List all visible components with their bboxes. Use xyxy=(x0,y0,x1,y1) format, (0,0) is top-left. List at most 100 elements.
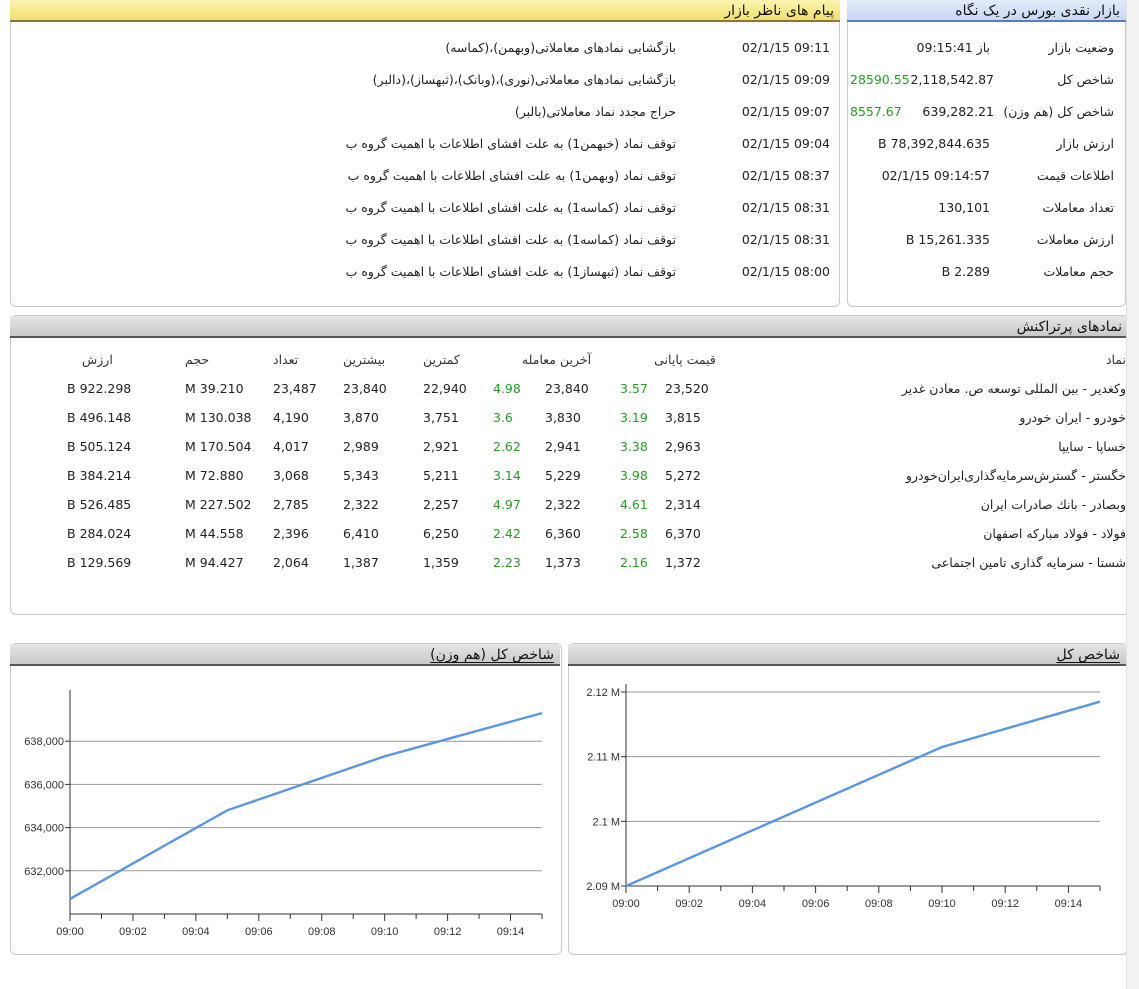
y-tick-label: 2.09 M xyxy=(586,881,620,893)
message-text: بازگشایی نمادهای معاملاتی(نوری)،(وبانک)،… xyxy=(372,72,676,87)
message-item[interactable]: 02/1/15 09:09 بازگشایی نمادهای معاملاتی(ن… xyxy=(14,66,836,94)
overview-change: 8557.67 xyxy=(850,104,902,119)
value-cell: 526.485 B xyxy=(67,497,132,512)
message-item[interactable]: 02/1/15 09:11 بازگشایی نمادهای معاملاتی(و… xyxy=(14,34,836,62)
last-price-cell: 23,840 xyxy=(545,381,589,396)
table-row[interactable]: وکغدیر - بین المللی توسعه ص. معادن غدیر 2… xyxy=(12,374,1130,403)
message-item[interactable]: 02/1/15 08:31 توقف نماد (کماسه1) به علت ا… xyxy=(14,194,836,222)
volume-cell: 130.038 M xyxy=(185,410,252,425)
volume-cell: 44.558 M xyxy=(185,526,244,541)
message-time: 02/1/15 08:31 xyxy=(741,232,830,247)
x-tick-label: 09:04 xyxy=(182,926,210,938)
closing-change-cell: 3.57 xyxy=(620,381,648,396)
value-cell: 284.024 B xyxy=(67,526,132,541)
symbol-cell: وکغدیر - بین المللی توسعه ص. معادن غدیر xyxy=(901,381,1126,396)
max-price-cell: 1,387 xyxy=(343,555,379,570)
symbol-cell: فولاد - فولاد مباركه اصفهان xyxy=(983,526,1126,541)
page-scrollbar[interactable] xyxy=(1126,0,1139,989)
last-change-cell: 3.14 xyxy=(493,468,521,483)
message-text: توقف نماد (وبهمن1) به علت افشای اطلاعات … xyxy=(347,168,676,183)
overview-label: حجم معاملات xyxy=(1043,264,1114,279)
closing-change-cell: 4.61 xyxy=(620,497,648,512)
min-price-cell: 3,751 xyxy=(423,410,459,425)
overview-label: اطلاعات قیمت xyxy=(1036,168,1114,183)
market-overview-row: ارزش معاملات 15,261.335 B xyxy=(850,226,1122,254)
closing-price-cell: 2,963 xyxy=(665,439,701,454)
col-header-volume: حجم xyxy=(185,352,210,367)
closing-price-cell: 23,520 xyxy=(665,381,709,396)
x-tick-label: 09:02 xyxy=(119,926,147,938)
message-time: 02/1/15 08:37 xyxy=(741,168,830,183)
overview-value: 2.289 B xyxy=(941,264,990,279)
table-row[interactable]: شستا - سرمایه گذاری تامین اجتماعی 1,372 2.… xyxy=(12,548,1130,577)
last-change-cell: 2.23 xyxy=(493,555,521,570)
col-header-min: کمترین xyxy=(423,352,460,367)
equal-weight-index-chart: 632,000 634,000 636,000 638,000 09:00 09:02 09… xyxy=(24,690,543,938)
closing-change-cell: 2.58 xyxy=(620,526,648,541)
message-time: 02/1/15 09:07 xyxy=(741,104,830,119)
series-line xyxy=(625,700,1101,888)
table-row[interactable]: خگستر - گسترش‌سرمایه‌گذاری‌ایران‌خودرو 5,… xyxy=(12,461,1130,490)
market-overview-row: وضعیت بازار باز 09:15:41 xyxy=(850,34,1122,62)
x-tick-label: 09:14 xyxy=(497,926,525,938)
x-tick-label: 09:08 xyxy=(308,926,336,938)
table-row[interactable]: خساپا - سایپا 2,963 3.38 2,941 2.62 2,921 2,98… xyxy=(12,432,1130,461)
overview-label: وضعیت بازار xyxy=(1048,40,1114,55)
symbol-cell: شستا - سرمایه گذاری تامین اجتماعی xyxy=(931,555,1126,570)
overview-value: باز 09:15:41 xyxy=(916,40,990,55)
last-price-cell: 1,373 xyxy=(545,555,581,570)
message-text: توقف نماد (ثبهساز1) به علت افشای اطلاعات… xyxy=(345,264,676,279)
message-text: حراج مجدد نماد معاملاتی(بالبر) xyxy=(514,104,676,119)
message-item[interactable]: 02/1/15 08:00 توقف نماد (ثبهساز1) به علت … xyxy=(14,258,836,286)
col-header-last: آخرین معامله xyxy=(521,352,592,367)
max-price-cell: 3,870 xyxy=(343,410,379,425)
table-row[interactable]: وبصادر - بانك صادرات ايران 2,314 4.61 2,322… xyxy=(12,490,1130,519)
table-row[interactable]: خودرو - ایران خودرو 3,815 3.19 3,830 3.6 3,75… xyxy=(12,403,1130,432)
message-item[interactable]: 02/1/15 08:37 توقف نماد (وبهمن1) به علت ا… xyxy=(14,162,836,190)
max-price-cell: 5,343 xyxy=(343,468,379,483)
max-price-cell: 23,840 xyxy=(343,381,387,396)
min-price-cell: 2,257 xyxy=(423,497,459,512)
trade-count-cell: 23,487 xyxy=(273,381,317,396)
closing-price-cell: 2,314 xyxy=(665,497,701,512)
x-tick-label: 09:12 xyxy=(991,898,1019,910)
x-tick-label: 09:10 xyxy=(371,926,399,938)
x-tick-label: 09:10 xyxy=(928,898,956,910)
message-item[interactable]: 02/1/15 09:07 حراج مجدد نماد معاملاتی(بال… xyxy=(14,98,836,126)
min-price-cell: 22,940 xyxy=(423,381,467,396)
x-tick-label: 09:06 xyxy=(802,898,830,910)
overview-value: 639,282.21 xyxy=(922,104,994,119)
trade-count-cell: 2,396 xyxy=(273,526,309,541)
last-price-cell: 5,229 xyxy=(545,468,581,483)
index-chart-title: شاخص کل xyxy=(1056,647,1120,663)
y-tick-label: 638,000 xyxy=(24,736,64,748)
table-row[interactable]: فولاد - فولاد مباركه اصفهان 6,370 2.58 6,36… xyxy=(12,519,1130,548)
last-change-cell: 2.42 xyxy=(493,526,521,541)
value-cell: 922.298 B xyxy=(67,381,132,396)
message-time: 02/1/15 09:09 xyxy=(741,72,830,87)
min-price-cell: 1,359 xyxy=(423,555,459,570)
volume-cell: 170.504 M xyxy=(185,439,252,454)
symbol-cell: خگستر - گسترش‌سرمایه‌گذاری‌ایران‌خودرو xyxy=(905,468,1126,483)
market-overview-row: شاخص کل (هم وزن) 639,282.21 8557.67 xyxy=(850,98,1122,126)
closing-price-cell: 6,370 xyxy=(665,526,701,541)
closing-change-cell: 2.16 xyxy=(620,555,648,570)
market-overview-row: اطلاعات قیمت 09:14:57 02/1/15 xyxy=(850,162,1122,190)
equal-weight-chart-title: شاخص کل (هم وزن) xyxy=(430,647,554,663)
trade-count-cell: 2,785 xyxy=(273,497,309,512)
message-item[interactable]: 02/1/15 09:04 توقف نماد (خبهمن1) به علت ا… xyxy=(14,130,836,158)
message-time: 02/1/15 08:00 xyxy=(741,264,830,279)
col-header-closing: قیمت پایانی xyxy=(654,352,716,367)
equal-weight-chart-header: شاخص کل (هم وزن) xyxy=(10,644,560,666)
x-tick-label: 09:00 xyxy=(56,926,84,938)
value-cell: 384.214 B xyxy=(67,468,132,483)
symbol-cell: خساپا - سایپا xyxy=(1058,439,1126,454)
x-tick-label: 09:08 xyxy=(865,898,893,910)
x-tick-label: 09:06 xyxy=(245,926,273,938)
trade-count-cell: 4,017 xyxy=(273,439,309,454)
x-tick-label: 09:04 xyxy=(739,898,767,910)
message-time: 02/1/15 09:11 xyxy=(741,40,830,55)
market-overview-header: بازار نقدی بورس در یک نگاه xyxy=(847,0,1126,22)
market-overview-row: شاخص کل 2,118,542.87 28590.55 xyxy=(850,66,1122,94)
message-item[interactable]: 02/1/15 08:31 توقف نماد (کماسه1) به علت ا… xyxy=(14,226,836,254)
